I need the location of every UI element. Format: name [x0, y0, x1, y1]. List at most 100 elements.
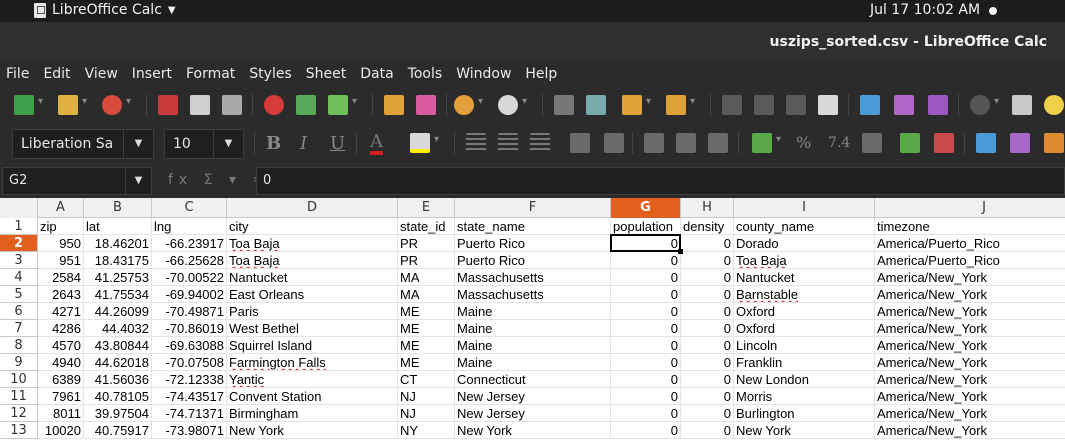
name-box[interactable]: G2 ▼: [2, 167, 152, 195]
cell-i10[interactable]: New London: [734, 371, 875, 388]
cell-c1[interactable]: lng: [152, 218, 227, 235]
cell-g2[interactable]: 0: [611, 235, 681, 252]
insert-image-icon[interactable]: [860, 95, 880, 115]
cell-b6[interactable]: 44.26099: [84, 303, 152, 320]
menu-help[interactable]: Help: [525, 66, 557, 82]
cell-b10[interactable]: 41.56036: [84, 371, 152, 388]
spelling-icon[interactable]: [586, 95, 606, 115]
menu-tools[interactable]: Tools: [408, 66, 443, 82]
underline-icon[interactable]: U: [330, 133, 345, 154]
decrease-indent-icon[interactable]: [1010, 133, 1030, 153]
menu-edit[interactable]: Edit: [43, 66, 70, 82]
cell-j2[interactable]: America/Puerto_Rico: [875, 235, 1065, 252]
cell-d2[interactable]: Toa Baja: [227, 235, 398, 252]
date-format-icon[interactable]: [862, 133, 882, 153]
cell-c5[interactable]: -69.94002: [152, 286, 227, 303]
cell-e11[interactable]: NJ: [398, 388, 455, 405]
menu-styles[interactable]: Styles: [249, 66, 291, 82]
cell-d6[interactable]: Paris: [227, 303, 398, 320]
row-header-4[interactable]: 4: [0, 269, 38, 286]
align-top-icon[interactable]: [644, 133, 664, 153]
cell-d4[interactable]: Nantucket: [227, 269, 398, 286]
cell-f11[interactable]: New Jersey: [455, 388, 611, 405]
row-header-9[interactable]: 9: [0, 354, 38, 371]
menu-sheet[interactable]: Sheet: [306, 66, 346, 82]
column-header-i[interactable]: I: [734, 198, 875, 218]
cell-d8[interactable]: Squirrel Island: [227, 337, 398, 354]
sort-icon[interactable]: [722, 95, 742, 115]
cell-g1[interactable]: population: [611, 218, 681, 235]
open-folder-icon[interactable]: [58, 95, 87, 115]
cell-i3[interactable]: Toa Baja: [734, 252, 875, 269]
row-header-1[interactable]: 1: [0, 218, 38, 235]
cell-c3[interactable]: -66.25628: [152, 252, 227, 269]
cell-f8[interactable]: Maine: [455, 337, 611, 354]
cell-a7[interactable]: 4286: [38, 320, 84, 337]
cell-g3[interactable]: 0: [611, 252, 681, 269]
print-preview-icon[interactable]: [222, 95, 242, 115]
cell-a5[interactable]: 2643: [38, 286, 84, 303]
cell-h9[interactable]: 0: [681, 354, 734, 371]
cell-a12[interactable]: 8011: [38, 405, 84, 422]
cell-a3[interactable]: 951: [38, 252, 84, 269]
clear-formatting-icon[interactable]: [416, 95, 436, 115]
cell-f6[interactable]: Maine: [455, 303, 611, 320]
cell-h2[interactable]: 0: [681, 235, 734, 252]
cell-g12[interactable]: 0: [611, 405, 681, 422]
cell-f13[interactable]: New York: [455, 422, 611, 439]
cell-h13[interactable]: 0: [681, 422, 734, 439]
cell-g8[interactable]: 0: [611, 337, 681, 354]
cell-f3[interactable]: Puerto Rico: [455, 252, 611, 269]
merge-cells-icon[interactable]: [604, 133, 624, 153]
cell-a13[interactable]: 10020: [38, 422, 84, 439]
column-header-d[interactable]: D: [227, 198, 398, 218]
cell-f9[interactable]: Maine: [455, 354, 611, 371]
align-center-icon[interactable]: [498, 133, 518, 153]
cell-h1[interactable]: density: [681, 218, 734, 235]
column-header-h[interactable]: H: [681, 198, 734, 218]
bold-icon[interactable]: B: [266, 133, 281, 154]
add-decimal-icon[interactable]: [900, 133, 920, 153]
cell-c10[interactable]: -72.12338: [152, 371, 227, 388]
cell-g6[interactable]: 0: [611, 303, 681, 320]
cell-f4[interactable]: Massachusetts: [455, 269, 611, 286]
save-icon[interactable]: [102, 95, 131, 115]
align-bottom-icon[interactable]: [708, 133, 728, 153]
cell-h8[interactable]: 0: [681, 337, 734, 354]
cell-a2[interactable]: 950: [38, 235, 84, 252]
cell-h7[interactable]: 0: [681, 320, 734, 337]
cell-i13[interactable]: New York: [734, 422, 875, 439]
export-pdf-icon[interactable]: [158, 95, 178, 115]
cell-d11[interactable]: Convent Station: [227, 388, 398, 405]
cell-i8[interactable]: Lincoln: [734, 337, 875, 354]
cell-h12[interactable]: 0: [681, 405, 734, 422]
column-icon[interactable]: [666, 95, 695, 115]
cell-a9[interactable]: 4940: [38, 354, 84, 371]
highlight-color-icon[interactable]: [410, 133, 439, 153]
cell-c6[interactable]: -70.49871: [152, 303, 227, 320]
autofilter-icon[interactable]: [818, 95, 838, 115]
cell-b13[interactable]: 40.75917: [84, 422, 152, 439]
cell-j5[interactable]: America/New_York: [875, 286, 1065, 303]
cell-j3[interactable]: America/Puerto_Rico: [875, 252, 1065, 269]
row-header-10[interactable]: 10: [0, 371, 38, 388]
cell-e1[interactable]: state_id: [398, 218, 455, 235]
cell-j6[interactable]: America/New_York: [875, 303, 1065, 320]
italic-icon[interactable]: I: [300, 133, 307, 154]
number-format-icon[interactable]: 7.4: [828, 135, 850, 151]
cell-f1[interactable]: state_name: [455, 218, 611, 235]
cell-h11[interactable]: 0: [681, 388, 734, 405]
row-header-3[interactable]: 3: [0, 252, 38, 269]
cell-j13[interactable]: America/New_York: [875, 422, 1065, 439]
cell-g5[interactable]: 0: [611, 286, 681, 303]
cell-j10[interactable]: America/New_York: [875, 371, 1065, 388]
app-menu[interactable]: LibreOffice Calc ▼: [34, 2, 176, 18]
cell-c8[interactable]: -69.63088: [152, 337, 227, 354]
cell-e6[interactable]: ME: [398, 303, 455, 320]
print-icon[interactable]: [190, 95, 210, 115]
cell-d12[interactable]: Birmingham: [227, 405, 398, 422]
paste-icon[interactable]: [328, 95, 357, 115]
special-character-icon[interactable]: [970, 95, 999, 115]
cell-f12[interactable]: New Jersey: [455, 405, 611, 422]
row-header-8[interactable]: 8: [0, 337, 38, 354]
